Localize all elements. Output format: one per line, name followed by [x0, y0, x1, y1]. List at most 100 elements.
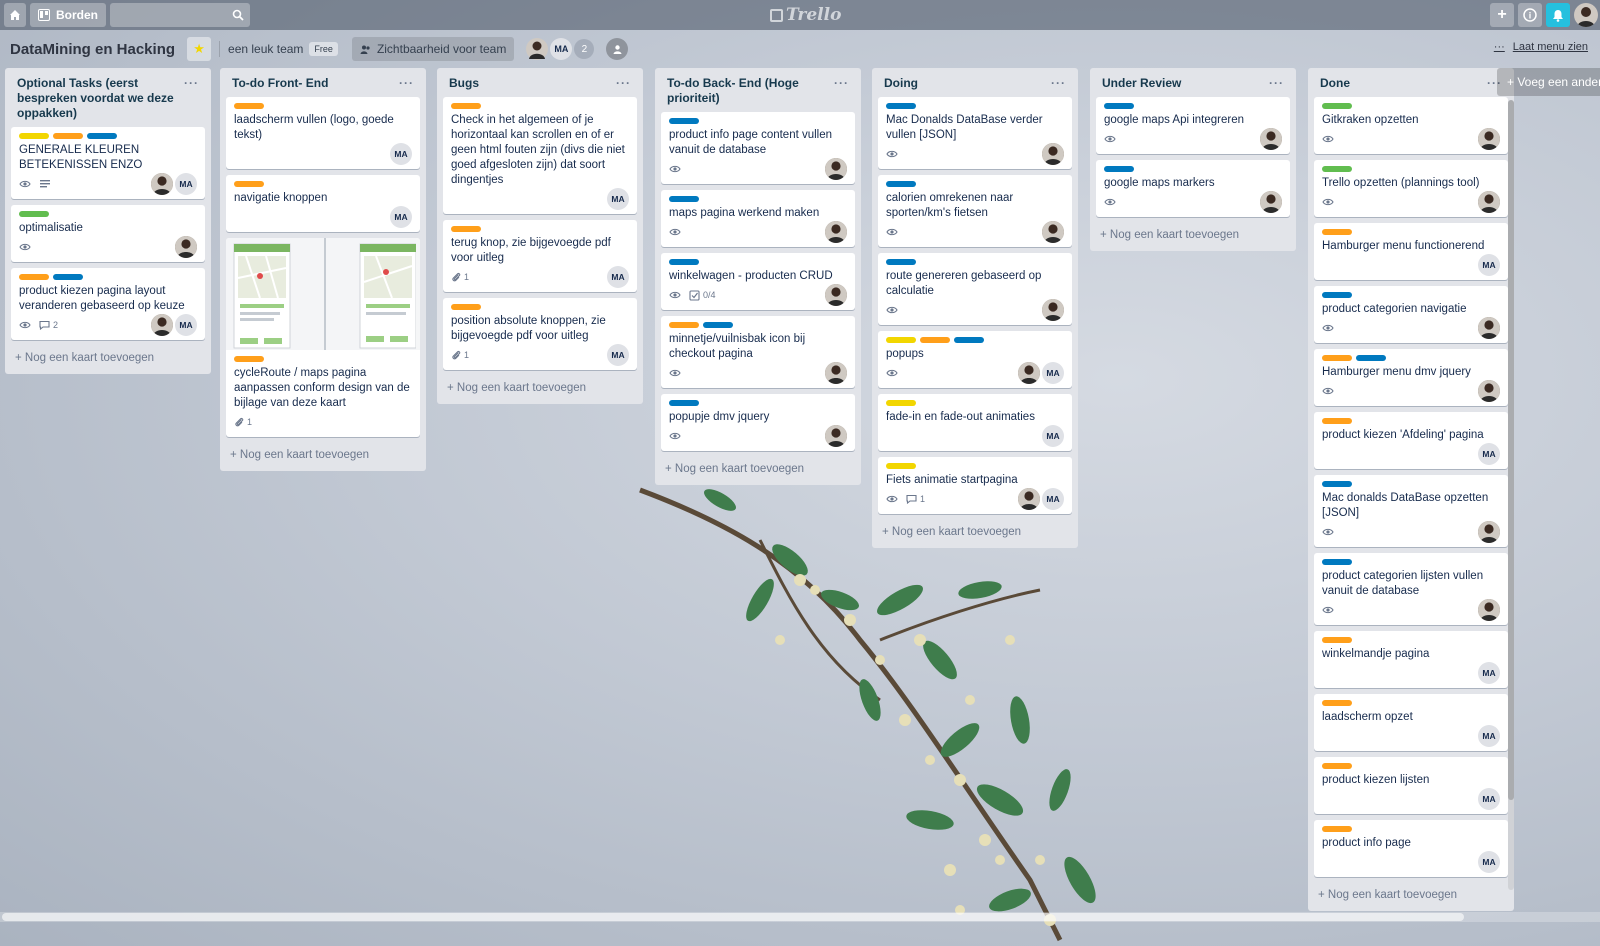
- card-label-orange[interactable]: [451, 226, 481, 232]
- card-label-orange[interactable]: [53, 133, 83, 139]
- member-initials-avatar[interactable]: MA: [390, 143, 412, 165]
- add-list-button[interactable]: + Voeg een andere lijst toe: [1497, 68, 1600, 96]
- card-label-blue[interactable]: [886, 103, 916, 109]
- member-avatar[interactable]: [1018, 362, 1040, 384]
- visibility-button[interactable]: Zichtbaarheid voor team: [351, 37, 515, 61]
- notifications-button[interactable]: [1546, 3, 1570, 27]
- list-title[interactable]: Under Review: [1102, 76, 1181, 91]
- list-title[interactable]: Doing: [884, 76, 918, 91]
- add-card-button[interactable]: + Nog een kaart toevoegen: [226, 443, 420, 471]
- member-avatar[interactable]: [1260, 128, 1282, 150]
- card[interactable]: product kiezen 'Afdeling' pagina MA: [1314, 412, 1508, 469]
- done-list-scrollbar[interactable]: [1508, 100, 1514, 890]
- member-initials-avatar[interactable]: MA: [1478, 254, 1500, 276]
- member-avatar[interactable]: [1478, 380, 1500, 402]
- card[interactable]: google maps Api integreren: [1096, 97, 1290, 154]
- card-label-green[interactable]: [1322, 166, 1352, 172]
- member-avatar[interactable]: [151, 314, 173, 336]
- card-label-orange[interactable]: [1322, 763, 1352, 769]
- star-button[interactable]: ★: [187, 37, 212, 61]
- member-initials-avatar[interactable]: MA: [1478, 788, 1500, 810]
- list-menu-icon[interactable]: ···: [1269, 76, 1284, 90]
- card-label-orange[interactable]: [451, 103, 481, 109]
- member-initials-avatar[interactable]: MA: [607, 188, 629, 210]
- trello-logo[interactable]: Trello: [770, 5, 841, 25]
- team-name[interactable]: een leuk team: [228, 42, 303, 56]
- card-label-blue[interactable]: [1322, 481, 1352, 487]
- card[interactable]: calorien omrekenen naar sporten/km's fie…: [878, 175, 1072, 247]
- member-initials-avatar[interactable]: MA: [1042, 362, 1064, 384]
- card[interactable]: Check in het algemeen of je horizontaal …: [443, 97, 637, 214]
- card-cover-image[interactable]: [226, 238, 420, 350]
- member-initials-avatar[interactable]: MA: [607, 266, 629, 288]
- card-label-blue[interactable]: [954, 337, 984, 343]
- card-label-blue[interactable]: [886, 259, 916, 265]
- card[interactable]: product info page MA: [1314, 820, 1508, 877]
- card-label-blue[interactable]: [669, 400, 699, 406]
- member-avatar[interactable]: [151, 173, 173, 195]
- user-avatar[interactable]: [1574, 3, 1598, 27]
- member-initials-avatar[interactable]: MA: [607, 344, 629, 366]
- card-label-orange[interactable]: [234, 356, 264, 362]
- member-avatar[interactable]: [1260, 191, 1282, 213]
- card[interactable]: laadscherm vullen (logo, goede tekst) MA: [226, 97, 420, 169]
- member-initials-avatar[interactable]: MA: [1478, 443, 1500, 465]
- member-avatar[interactable]: [825, 284, 847, 306]
- card-label-blue[interactable]: [1104, 103, 1134, 109]
- member-count-badge[interactable]: 2: [574, 39, 595, 59]
- card[interactable]: laadscherm opzet MA: [1314, 694, 1508, 751]
- member-avatar[interactable]: [1018, 488, 1040, 510]
- add-card-button[interactable]: + Nog een kaart toevoegen: [1096, 223, 1290, 251]
- member-initials-avatar[interactable]: MA: [1042, 425, 1064, 447]
- show-menu-link[interactable]: ··· Laat menu zien: [1494, 41, 1588, 53]
- add-card-button[interactable]: + Nog een kaart toevoegen: [1314, 883, 1508, 911]
- card-label-orange[interactable]: [1322, 637, 1352, 643]
- card[interactable]: Fiets animatie startpagina 1 MA: [878, 457, 1072, 514]
- card-label-orange[interactable]: [1322, 418, 1352, 424]
- create-button[interactable]: +: [1490, 3, 1514, 27]
- card-label-orange[interactable]: [451, 304, 481, 310]
- card[interactable]: minnetje/vuilnisbak icon bij checkout pa…: [661, 316, 855, 388]
- member-avatar[interactable]: [1042, 221, 1064, 243]
- card[interactable]: terug knop, zie bijgevoegde pdf voor uit…: [443, 220, 637, 292]
- card-label-yellow[interactable]: [19, 133, 49, 139]
- card-label-orange[interactable]: [1322, 826, 1352, 832]
- done-list-scrollbar-thumb[interactable]: [1508, 100, 1514, 800]
- member-initials-avatar[interactable]: MA: [1478, 662, 1500, 684]
- list-title[interactable]: Bugs: [449, 76, 479, 91]
- board-horizontal-scrollbar[interactable]: [0, 912, 1600, 922]
- add-card-button[interactable]: + Nog een kaart toevoegen: [661, 457, 855, 485]
- member-avatar[interactable]: [1042, 143, 1064, 165]
- member-initials-avatar[interactable]: MA: [175, 173, 197, 195]
- card[interactable]: popups MA: [878, 331, 1072, 388]
- board-title[interactable]: DataMining en Hacking: [10, 41, 175, 58]
- card[interactable]: product kiezen lijsten MA: [1314, 757, 1508, 814]
- member-avatar[interactable]: [825, 362, 847, 384]
- member-initials-avatar[interactable]: MA: [1478, 725, 1500, 747]
- info-button[interactable]: i: [1518, 3, 1542, 27]
- member-initials-avatar[interactable]: MA: [1478, 851, 1500, 873]
- add-card-button[interactable]: + Nog een kaart toevoegen: [878, 520, 1072, 548]
- card[interactable]: Mac donalds DataBase opzetten [JSON]: [1314, 475, 1508, 547]
- add-card-button[interactable]: + Nog een kaart toevoegen: [11, 346, 205, 374]
- card-label-orange[interactable]: [1322, 229, 1352, 235]
- home-button[interactable]: [4, 3, 26, 27]
- card[interactable]: Gitkraken opzetten: [1314, 97, 1508, 154]
- card[interactable]: popupje dmv jquery: [661, 394, 855, 451]
- card-label-green[interactable]: [1322, 103, 1352, 109]
- list-title[interactable]: To-do Back- End (Hoge prioriteit): [667, 76, 834, 106]
- card-label-blue[interactable]: [1104, 166, 1134, 172]
- card[interactable]: product kiezen pagina layout veranderen …: [11, 268, 205, 340]
- member-avatar[interactable]: [825, 221, 847, 243]
- card-label-orange[interactable]: [19, 274, 49, 280]
- card-label-orange[interactable]: [669, 322, 699, 328]
- card-label-blue[interactable]: [53, 274, 83, 280]
- list-menu-icon[interactable]: ···: [1051, 76, 1066, 90]
- card-label-blue[interactable]: [87, 133, 117, 139]
- card[interactable]: GENERALE KLEUREN BETEKENISSEN ENZO MA: [11, 127, 205, 199]
- member-avatar[interactable]: [526, 38, 549, 60]
- card[interactable]: Trello opzetten (plannings tool): [1314, 160, 1508, 217]
- list-menu-icon[interactable]: ···: [834, 76, 849, 90]
- card[interactable]: fade-in en fade-out animaties MA: [878, 394, 1072, 451]
- card[interactable]: Hamburger menu functionerend MA: [1314, 223, 1508, 280]
